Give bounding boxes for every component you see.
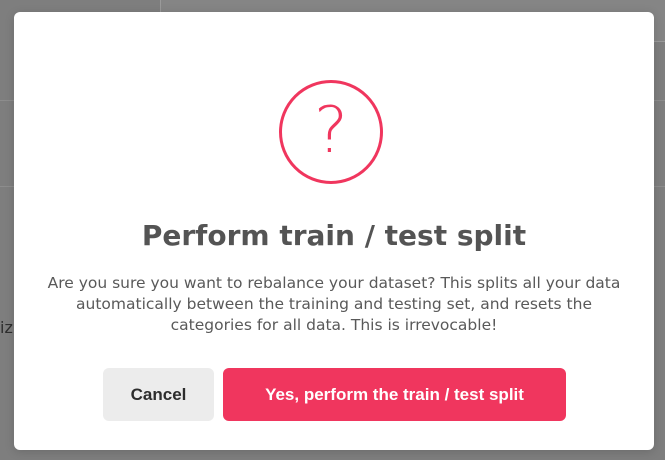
dialog-message: Are you sure you want to rebalance your … (47, 274, 621, 334)
question-mark-icon: ? (279, 80, 383, 184)
cancel-button[interactable]: Cancel (103, 368, 214, 421)
background-partial-text: iz (0, 318, 13, 337)
confirmation-dialog: ? Perform train / test split Are you sur… (14, 12, 654, 450)
confirm-split-button[interactable]: Yes, perform the train / test split (223, 368, 566, 421)
dialog-title: Perform train / test split (141, 219, 527, 252)
